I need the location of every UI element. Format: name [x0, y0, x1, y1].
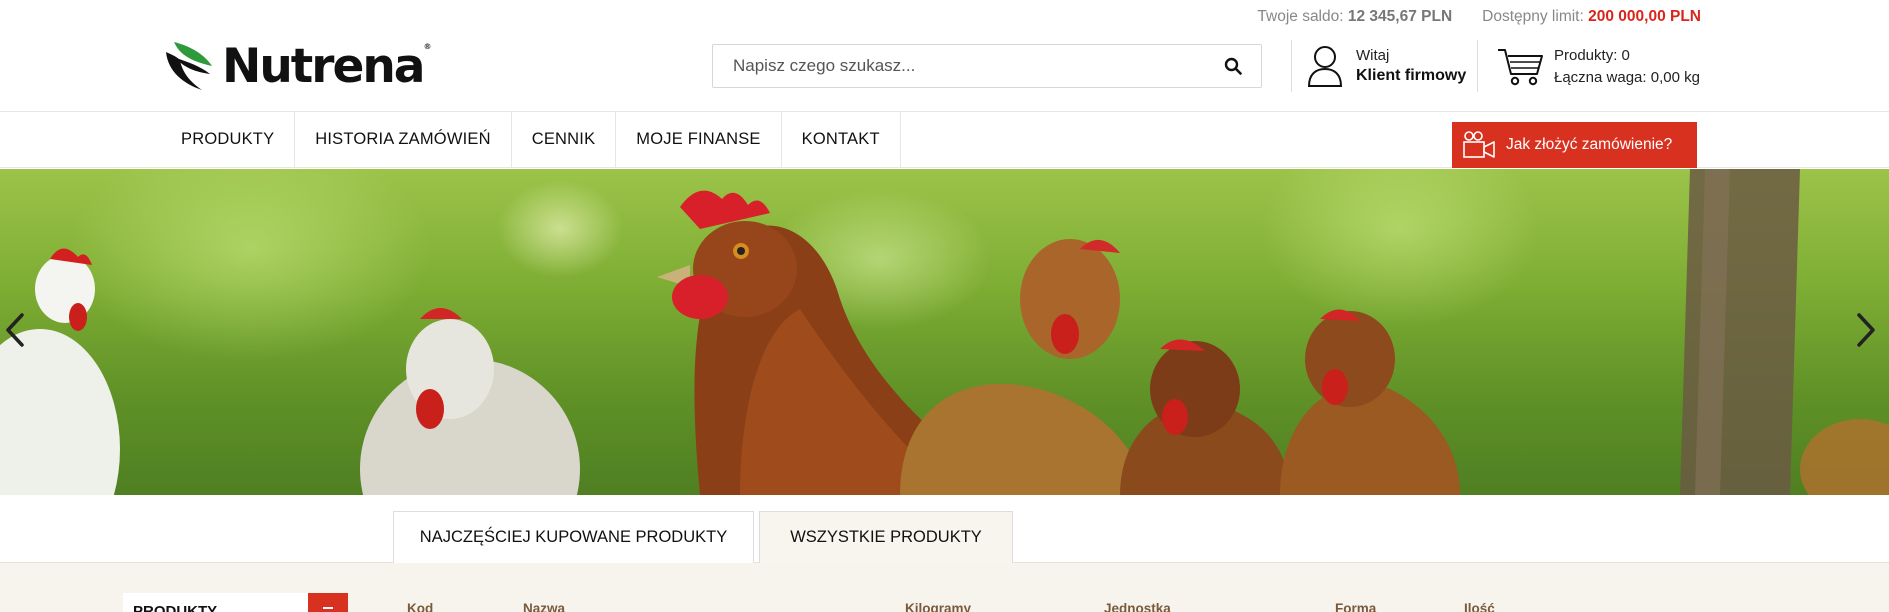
- logo-wordmark: Nutrena®: [222, 38, 432, 94]
- user-icon: [1307, 46, 1343, 87]
- search-input[interactable]: [713, 45, 1205, 87]
- chevron-left-icon: [6, 313, 24, 347]
- column-header-unit[interactable]: Jednostka: [1104, 601, 1171, 612]
- chickens-photo: [0, 169, 1889, 495]
- nav-item-my-finances[interactable]: MOJE FINANSE: [616, 112, 782, 167]
- column-header-name[interactable]: Nazwa: [523, 601, 565, 612]
- column-header-form[interactable]: Forma: [1335, 601, 1376, 612]
- minus-icon: [323, 607, 333, 609]
- nav-item-contact[interactable]: KONTAKT: [782, 112, 901, 167]
- product-tabs: NAJCZĘŚCIEJ KUPOWANE PRODUKTY WSZYSTKIE …: [0, 495, 1889, 563]
- video-camera-icon: [1463, 131, 1495, 158]
- limit-label: Dostępny limit:: [1482, 8, 1584, 25]
- balance-value: 12 345,67 PLN: [1347, 8, 1453, 25]
- column-header-code[interactable]: Kod: [407, 601, 433, 612]
- balance-info: Twoje saldo: 12 345,67 PLN: [1257, 8, 1452, 26]
- nav-item-products[interactable]: PRODUKTY: [161, 112, 296, 167]
- account-greeting: Witaj: [1356, 47, 1390, 64]
- how-to-order-button[interactable]: Jak złożyć zamówienie?: [1452, 122, 1697, 168]
- tab-most-purchased[interactable]: NAJCZĘŚCIEJ KUPOWANE PRODUKTY: [393, 511, 754, 563]
- site-logo[interactable]: Nutrena®: [160, 38, 432, 94]
- cart-summary[interactable]: Produkty: 0 Łączna waga: 0,00 kg: [1496, 44, 1700, 88]
- cart-icon: [1498, 49, 1543, 86]
- header-divider: [1477, 40, 1478, 92]
- account-name: Klient firmowy: [1356, 67, 1467, 84]
- header-divider: [1291, 40, 1292, 92]
- search-icon[interactable]: [1205, 45, 1261, 87]
- tab-all-products[interactable]: WSZYSTKIE PRODUKTY: [759, 511, 1013, 563]
- hero-banner: [0, 169, 1889, 495]
- nav-item-price-list[interactable]: CENNIK: [512, 112, 617, 167]
- account-menu[interactable]: Witaj Klient firmowy: [1306, 44, 1466, 88]
- carousel-prev-button[interactable]: [4, 312, 34, 356]
- sidebar-products-label: PRODUKTY: [133, 603, 218, 612]
- balance-label: Twoje saldo:: [1257, 8, 1344, 25]
- carousel-next-button[interactable]: [1855, 312, 1885, 356]
- nav-item-order-history[interactable]: HISTORIA ZAMÓWIEŃ: [295, 112, 512, 167]
- column-header-kilograms[interactable]: Kilogramy: [905, 601, 971, 612]
- account-summary-bar: Twoje saldo: 12 345,67 PLN Dostępny limi…: [1257, 8, 1701, 26]
- leaf-logo-icon: [166, 42, 212, 90]
- collapse-toggle-button[interactable]: [308, 593, 348, 612]
- column-header-quantity[interactable]: Ilość: [1464, 601, 1495, 612]
- limit-info: Dostępny limit: 200 000,00 PLN: [1482, 8, 1701, 26]
- limit-value: 200 000,00 PLN: [1588, 8, 1701, 25]
- cart-products-count: Produkty: 0: [1554, 46, 1630, 64]
- chevron-right-icon: [1857, 313, 1875, 347]
- products-panel: PRODUKTY Kod Nazwa Kilogramy Jednostka F…: [0, 563, 1889, 612]
- search-box: [712, 44, 1262, 88]
- cart-total-weight: Łączna waga: 0,00 kg: [1554, 68, 1700, 86]
- sidebar-products-header: PRODUKTY: [123, 593, 348, 612]
- how-to-order-label: Jak złożyć zamówienie?: [1506, 136, 1673, 153]
- main-navigation: PRODUKTY HISTORIA ZAMÓWIEŃ CENNIK MOJE F…: [0, 111, 1889, 168]
